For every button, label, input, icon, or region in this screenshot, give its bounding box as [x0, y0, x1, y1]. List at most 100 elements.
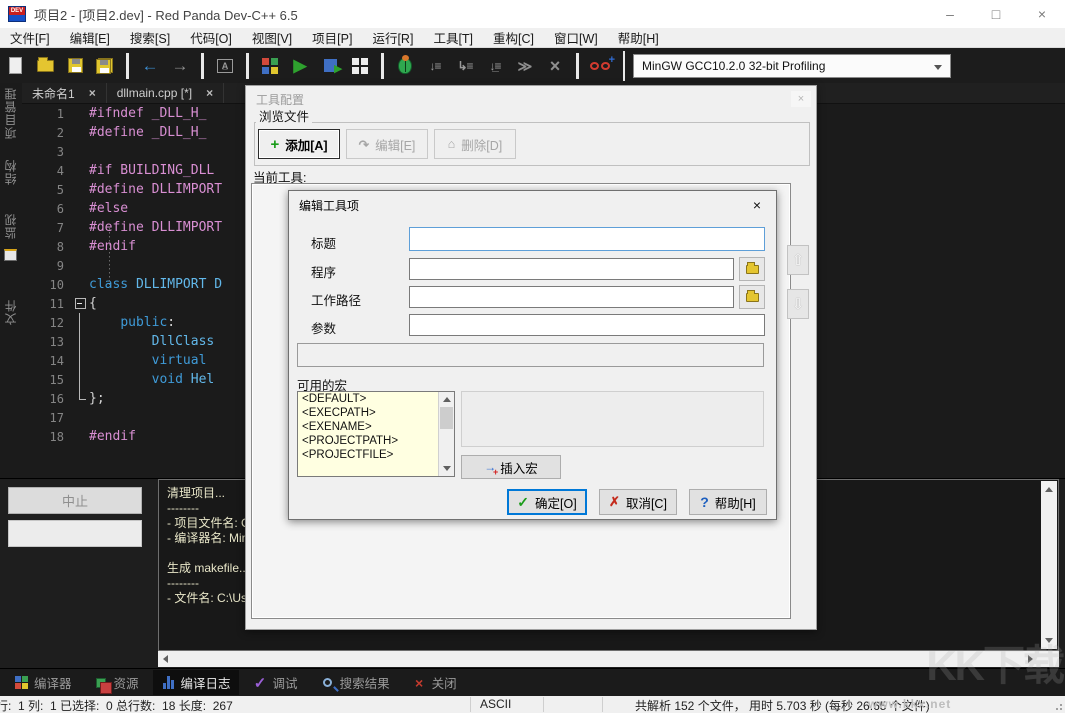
bottom-tab-0[interactable]: 编译器	[6, 670, 80, 695]
editor-tab-1[interactable]: dllmain.cpp [*]×	[107, 83, 224, 103]
menu-item-5[interactable]: 项目[P]	[302, 28, 362, 47]
fold-collapse-icon[interactable]	[72, 294, 89, 313]
bottom-tab-label: 调试	[273, 673, 298, 692]
params-field[interactable]	[409, 314, 765, 336]
sidebar-tab-files[interactable]: 文件	[2, 299, 19, 325]
menu-item-6[interactable]: 运行[R]	[362, 28, 423, 47]
macro-list-scrollbar[interactable]	[438, 392, 454, 476]
workdir-browse-button[interactable]	[739, 285, 765, 309]
bottom-tab-3[interactable]: ✓调试	[245, 670, 306, 695]
compile-icon	[262, 58, 278, 74]
step-out-button[interactable]: ↓̲≡	[482, 53, 508, 79]
log-vertical-scrollbar[interactable]	[1041, 481, 1057, 649]
bottom-tab-4[interactable]: 搜索结果	[312, 670, 398, 695]
toolbar-separator	[201, 53, 204, 79]
macro-list[interactable]: <DEFAULT><EXECPATH><EXENAME><PROJECTPATH…	[297, 391, 455, 477]
maximize-button[interactable]: □	[973, 0, 1019, 28]
fold-gutter	[72, 180, 89, 199]
sidebar-tab-structure[interactable]: 结构	[2, 159, 19, 185]
bars-icon	[161, 675, 176, 690]
back-button[interactable]: ←	[137, 53, 163, 79]
line-number: 11	[22, 297, 72, 311]
step-over-icon: ↓≡	[429, 59, 440, 73]
rebuild-all-button[interactable]	[347, 53, 373, 79]
scrollbar-thumb[interactable]	[440, 407, 453, 429]
save-all-button[interactable]	[92, 53, 118, 79]
macro-item-1[interactable]: <EXECPATH>	[298, 406, 454, 420]
compile-button[interactable]	[257, 53, 283, 79]
insert-macro-button[interactable]: → 插入宏	[461, 455, 561, 479]
macro-item-4[interactable]: <PROJECTFILE>	[298, 448, 454, 462]
continue-button[interactable]: ≫	[512, 53, 538, 79]
close-button[interactable]: ×	[1019, 0, 1065, 28]
tab-close-icon[interactable]: ×	[89, 86, 96, 100]
debug-button[interactable]	[392, 53, 418, 79]
menu-item-8[interactable]: 重构[C]	[483, 28, 544, 47]
resize-grip[interactable]	[1053, 701, 1063, 711]
editor-tab-0[interactable]: 未命名1×	[22, 83, 107, 103]
left-sidebar: 项目管理 结构 监视 文件	[0, 83, 22, 478]
params-field-label: 参数	[311, 318, 336, 337]
step-over-button[interactable]: ↓≡	[422, 53, 448, 79]
abort-button[interactable]: 中止	[8, 487, 142, 514]
scroll-down-icon	[1045, 638, 1053, 643]
compiler-set-select[interactable]: MinGW GCC10.2.0 32-bit Profiling	[633, 54, 951, 78]
cursor-position-status: 行: 1 列: 1 已选择: 0 总行数: 18 长度: 267	[0, 697, 233, 713]
menu-item-4[interactable]: 视图[V]	[242, 28, 302, 47]
menu-item-2[interactable]: 搜索[S]	[120, 28, 180, 47]
edit-tool-button[interactable]: ↷ 编辑[E]	[346, 129, 428, 159]
macro-item-0[interactable]: <DEFAULT>	[298, 392, 454, 406]
bottom-tab-2[interactable]: 编译日志	[153, 670, 239, 695]
macro-item-2[interactable]: <EXENAME>	[298, 420, 454, 434]
profile-button[interactable]	[587, 53, 613, 79]
redx-icon: ×	[412, 675, 427, 690]
menu-bar: 文件[F]编辑[E]搜索[S]代码[O]视图[V]项目[P]运行[R]工具[T]…	[0, 28, 1065, 48]
menu-item-1[interactable]: 编辑[E]	[60, 28, 120, 47]
step-into-button[interactable]: ↳≡	[452, 53, 478, 79]
menu-item-10[interactable]: 帮助[H]	[608, 28, 669, 47]
sidebar-tab-project[interactable]: 项目管理	[2, 87, 19, 139]
bottom-tab-label: 资源	[114, 673, 139, 692]
watch-icon	[4, 249, 17, 261]
move-down-button[interactable]: ⇩	[787, 289, 809, 319]
bottom-tab-label: 编译器	[34, 673, 72, 692]
move-up-button[interactable]: ⇧	[787, 245, 809, 275]
cancel-button[interactable]: ✗ 取消[C]	[599, 489, 677, 515]
fold-gutter	[72, 370, 89, 389]
fold-gutter	[72, 313, 89, 332]
tab-close-icon[interactable]: ×	[206, 86, 213, 100]
fold-gutter	[72, 123, 89, 142]
save-button[interactable]	[62, 53, 88, 79]
delete-tool-button[interactable]: ⌂ 删除[D]	[434, 129, 516, 159]
workdir-field[interactable]	[409, 286, 734, 308]
macro-item-3[interactable]: <PROJECTPATH>	[298, 434, 454, 448]
forward-button[interactable]: →	[167, 53, 193, 79]
log-horizontal-scrollbar[interactable]	[158, 651, 1059, 667]
menu-item-7[interactable]: 工具[T]	[423, 28, 483, 47]
ok-button[interactable]: ✓ 确定[O]	[507, 489, 587, 515]
help-button[interactable]: ? 帮助[H]	[689, 489, 767, 515]
find-in-files-button[interactable]: A̲	[212, 53, 238, 79]
code-text: #else	[89, 201, 128, 216]
compile-run-button[interactable]: ▶	[317, 53, 343, 79]
squares-icon	[14, 675, 29, 690]
new-file-button[interactable]	[2, 53, 28, 79]
title-field[interactable]	[409, 227, 765, 251]
program-field-label: 程序	[311, 262, 336, 281]
menu-item-0[interactable]: 文件[F]	[0, 28, 60, 47]
open-button[interactable]	[32, 53, 58, 79]
program-field[interactable]	[409, 258, 734, 280]
add-tool-button[interactable]: + 添加[A]	[258, 129, 340, 159]
program-browse-button[interactable]	[739, 257, 765, 281]
sidebar-tab-watch[interactable]: 监视	[2, 213, 19, 239]
run-button[interactable]: ▶	[287, 53, 313, 79]
tools-dialog-close-button[interactable]: ×	[791, 91, 811, 107]
edit-tool-dialog-close-button[interactable]: ×	[748, 197, 766, 213]
menu-item-9[interactable]: 窗口[W]	[544, 28, 608, 47]
bottom-tab-5[interactable]: ×关闭	[404, 670, 465, 695]
bottom-tab-1[interactable]: 资源	[86, 670, 147, 695]
stop-execution-button[interactable]: ×	[542, 53, 568, 79]
menu-item-3[interactable]: 代码[O]	[180, 28, 242, 47]
minimize-button[interactable]: –	[927, 0, 973, 28]
code-text: DllClass	[89, 334, 214, 349]
